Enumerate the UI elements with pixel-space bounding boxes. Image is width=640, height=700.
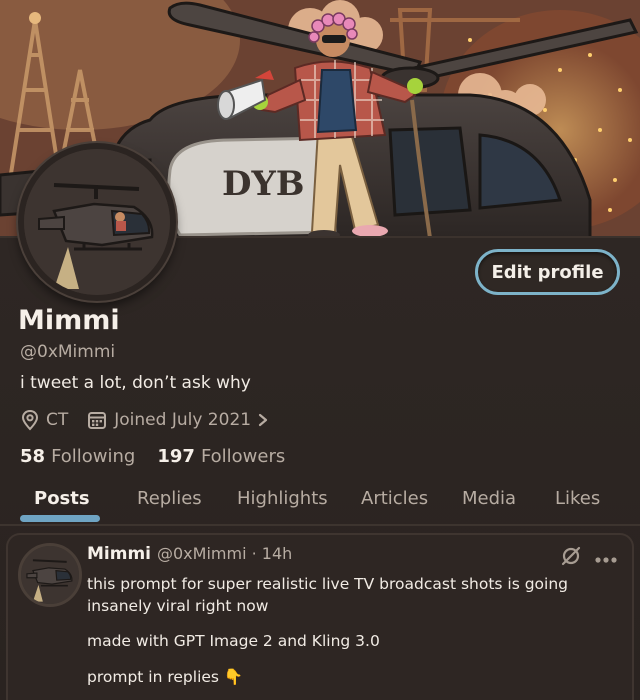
followers-label: Followers bbox=[200, 445, 286, 467]
tweet-actions bbox=[560, 545, 618, 571]
edit-profile-button[interactable]: Edit profile bbox=[475, 249, 620, 295]
tab-articles[interactable]: Articles bbox=[361, 488, 428, 509]
more-icon[interactable] bbox=[594, 549, 618, 568]
tab-likes[interactable]: Likes bbox=[555, 488, 600, 509]
tab-replies[interactable]: Replies bbox=[137, 488, 202, 509]
profile-name: Mimmi bbox=[18, 305, 120, 336]
joined-date[interactable]: Joined July 2021 bbox=[86, 409, 269, 431]
followers-count: 197 bbox=[157, 445, 195, 467]
location: CT bbox=[20, 409, 68, 431]
tweet-text-line-3: prompt in replies 👇 bbox=[87, 668, 244, 686]
helicopter-avatar-image bbox=[21, 546, 79, 604]
helicopter-avatar-image bbox=[24, 149, 170, 295]
tweet-author-name[interactable]: Mimmi bbox=[87, 544, 151, 564]
tab-highlights[interactable]: Highlights bbox=[237, 488, 328, 509]
location-text: CT bbox=[46, 410, 69, 430]
profile-bio: i tweet a lot, don’t ask why bbox=[20, 373, 251, 393]
tweet-card[interactable]: Mimmi @0xMimmi · 14h this prompt for sup… bbox=[6, 533, 634, 700]
grok-icon[interactable] bbox=[560, 545, 582, 571]
avatar[interactable] bbox=[18, 143, 176, 301]
active-tab-indicator bbox=[20, 515, 100, 522]
calendar-icon bbox=[86, 409, 108, 431]
profile-handle: @0xMimmi bbox=[20, 342, 116, 362]
tab-media[interactable]: Media bbox=[462, 488, 516, 509]
tweet-text-line-1: this prompt for super realistic live TV … bbox=[87, 575, 569, 615]
follow-stats: 58 Following 197 Followers bbox=[20, 443, 285, 469]
following-link[interactable]: 58 Following bbox=[20, 446, 135, 467]
helicopter-sign: DYB bbox=[222, 164, 305, 204]
profile-meta: CT Joined July 2021 bbox=[20, 407, 269, 433]
following-label: Following bbox=[51, 445, 136, 467]
chevron-right-icon bbox=[257, 412, 269, 428]
tweet-author-meta: @0xMimmi · 14h bbox=[157, 544, 293, 563]
location-pin-icon bbox=[20, 409, 40, 431]
tweet-header: Mimmi @0xMimmi · 14h bbox=[87, 544, 292, 568]
following-count: 58 bbox=[20, 445, 46, 467]
followers-link[interactable]: 197 Followers bbox=[157, 446, 285, 467]
tweet-text-line-2: made with GPT Image 2 and Kling 3.0 bbox=[87, 632, 380, 650]
tab-posts[interactable]: Posts bbox=[34, 488, 90, 509]
tweet-avatar[interactable] bbox=[18, 543, 82, 607]
joined-text: Joined July 2021 bbox=[114, 410, 252, 430]
